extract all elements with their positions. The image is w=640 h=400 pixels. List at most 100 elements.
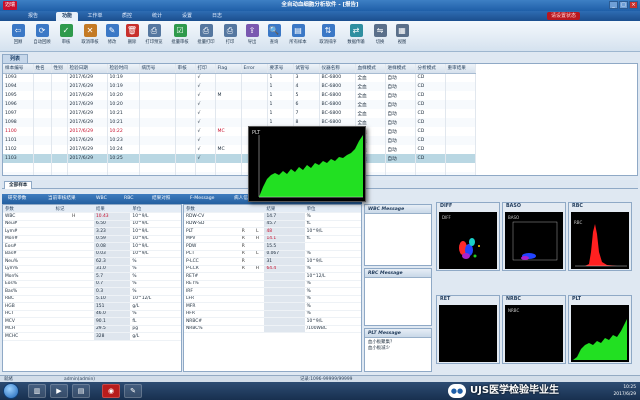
result-row[interactable]: LFR%	[184, 295, 361, 303]
result-row[interactable]: MFR%	[184, 302, 361, 311]
start-button[interactable]	[3, 383, 19, 399]
menu-tab-log[interactable]: 日志	[206, 12, 228, 21]
sample-row[interactable]: 11012017/6/2910:23√11BC-6800全血自动CD	[3, 136, 476, 145]
tab-list[interactable]: 列表	[2, 54, 28, 63]
column-header[interactable]: 病历号	[139, 64, 176, 74]
sample-row[interactable]: 11002017/6/2910:22√MC110BC-6800全血自动CD	[3, 127, 476, 136]
toolbar-all-samples-button[interactable]: ▤ 所有样本	[286, 24, 310, 50]
result-row[interactable]: P-LCR R H 64.4%	[184, 265, 361, 273]
explorer-icon[interactable]: ▥	[28, 384, 46, 398]
menu-tab-function[interactable]: 功能	[56, 12, 78, 21]
toolbar-batch-print-button[interactable]: ⎙ 批量打印	[194, 24, 218, 50]
alarm-status[interactable]: 请设置状态	[546, 12, 580, 20]
result-row[interactable]: IRF%	[184, 287, 361, 296]
result-row[interactable]: HFR%	[184, 310, 361, 318]
result-row[interactable]: RET# 10^12/L	[184, 272, 361, 281]
result-row[interactable]: RDW-CV 14.7%	[184, 212, 361, 221]
column-header[interactable]: 试管号	[293, 64, 320, 74]
sample-row[interactable]: 1093 2017/6/29 10:19 √ 1 3 BC-6800 全血 自动 CD	[3, 73, 476, 82]
column-header[interactable]: 检验时间	[107, 64, 140, 74]
column-header[interactable]: 分析模式	[415, 64, 446, 74]
result-row[interactable]: RET%%	[184, 280, 361, 288]
column-header[interactable]: 样本编号	[3, 64, 34, 74]
toolbar-query-button[interactable]: 🔍 查询	[262, 24, 286, 50]
header-rbc[interactable]: RBC	[124, 194, 133, 204]
toolbar-switch-button[interactable]: ⇋ 切换	[368, 24, 392, 50]
toolbar-verify-button[interactable]: ✓ 审核	[54, 24, 78, 50]
result-row[interactable]: NRBC% /100WBC	[184, 325, 361, 333]
column-header[interactable]: 审核	[175, 64, 196, 74]
header-compare[interactable]: 结果对照	[152, 194, 170, 204]
sample-row[interactable]: 11022017/6/2910:24√MC12BC-6800全血自动CD	[3, 145, 476, 154]
sample-row[interactable]: 1098 2017/6/29 10:21 √ 1 8 BC-6800 全血 自动 CD	[3, 118, 476, 127]
result-row[interactable]: Mon% 5.7%	[3, 272, 181, 281]
result-row[interactable]: MCHC 328 g/L	[3, 332, 181, 341]
result-row[interactable]: Lym# 3.23 10^9/L	[3, 227, 181, 236]
result-row[interactable]: Neu% 62.3%	[3, 257, 181, 266]
toolbar-auto-review-button[interactable]: ⟳ 自动回顾	[30, 24, 54, 50]
column-header[interactable]: 重审结果	[445, 64, 476, 74]
diff-scattergram[interactable]: DIFF DIFF	[436, 202, 500, 271]
toolbar-transfer-button[interactable]: ⇄ 数据传输	[344, 24, 368, 50]
header-wbc[interactable]: WBC	[96, 194, 107, 204]
column-header[interactable]: Error	[241, 64, 268, 74]
result-row[interactable]: MCH 29.5 pg	[3, 325, 181, 333]
toolbar-unsort-button[interactable]: ⇅ 取消排序	[316, 24, 340, 50]
column-header[interactable]: 血样模式	[355, 64, 386, 74]
result-row[interactable]: Bas# 0.03 10^9/L	[3, 250, 181, 258]
column-header[interactable]: 姓名	[33, 64, 52, 74]
toolbar-export-button[interactable]: ⇪ 导出	[240, 24, 264, 50]
toolbar-batch-verify-button[interactable]: ☑ 批量审核	[168, 24, 192, 50]
column-header[interactable]: 检验日期	[67, 64, 108, 74]
plt-popup-histogram[interactable]: PLT	[248, 126, 366, 202]
result-row[interactable]: MCV 90.1 fL	[3, 317, 181, 326]
menu-tab-stats[interactable]: 统计	[146, 12, 168, 21]
sample-row[interactable]: 1096 2017/6/29 10:20 √ 1 6 BC-6800 全血 自动 CD	[3, 100, 476, 109]
sample-row[interactable]: 1095 2017/6/29 10:20 √ M 1 5 BC-6800 全血 自动 CD	[3, 91, 476, 100]
result-row[interactable]: MPV R H 14.1 fL	[184, 235, 361, 243]
rbc-histogram[interactable]: RBC RBC	[568, 202, 632, 271]
close-button[interactable]: ×	[629, 1, 638, 9]
result-row[interactable]: PDW R 15.5	[184, 242, 361, 251]
column-header[interactable]: 进样模式	[385, 64, 416, 74]
toolbar-back-button[interactable]: ⇦ 回顾	[6, 24, 30, 50]
nrbc-scattergram[interactable]: NRBC NRBC	[502, 295, 566, 364]
result-row[interactable]: RBC 5.10 10^12/L	[3, 295, 181, 303]
maximize-button[interactable]: □	[619, 1, 628, 9]
toolbar-unverify-button[interactable]: ✕ 取消审核	[78, 24, 102, 50]
header-current-results[interactable]: 当前审核结果	[48, 194, 76, 204]
menu-tab-worklist[interactable]: 工作单	[84, 12, 106, 21]
result-row[interactable]: P-LCC R 31 10^9/L	[184, 257, 361, 266]
tab-all-samples[interactable]: 全部样本	[4, 181, 33, 189]
result-row[interactable]: Eos# 0.08 10^9/L	[3, 242, 181, 251]
column-header[interactable]: 要求号	[267, 64, 294, 74]
sample-row[interactable]: 1094 2017/6/29 10:19 √ 1 4 BC-6800 全血 自动 CD	[3, 82, 476, 91]
media-icon[interactable]: ▶	[50, 384, 68, 398]
baso-scattergram[interactable]: BASO BASO	[502, 202, 566, 271]
column-header[interactable]: 性别	[51, 64, 68, 74]
result-row[interactable]: RDW-SD 45.7 fL	[184, 220, 361, 228]
result-row[interactable]: HGB 151 g/L	[3, 302, 181, 311]
column-header[interactable]: 仪器名称	[319, 64, 356, 74]
folder-icon[interactable]: ▤	[72, 384, 90, 398]
ret-scattergram[interactable]: RET	[436, 295, 500, 364]
result-row[interactable]: Lym% 31.0%	[3, 265, 181, 273]
tool-icon[interactable]: ✎	[124, 384, 142, 398]
result-row[interactable]: HCT 46.0%	[3, 310, 181, 318]
column-header[interactable]: 打印	[195, 64, 216, 74]
result-row[interactable]: Neu# 6.50 10^9/L	[3, 220, 181, 228]
result-row[interactable]: Eos% 0.7%	[3, 280, 181, 288]
menu-tab-qc[interactable]: 质控	[116, 12, 138, 21]
header-research-params[interactable]: 研究参数	[8, 194, 26, 204]
result-row[interactable]: NRBC# 10^9/L	[184, 317, 361, 326]
header-f-message[interactable]: F-Message	[190, 194, 214, 204]
result-row[interactable]: WBC H 10.43 10^9/L	[3, 212, 181, 221]
sample-row[interactable]: 1097 2017/6/29 10:21 √ 1 7 BC-6800 全血 自动 CD	[3, 109, 476, 118]
column-header[interactable]: Flag	[215, 64, 242, 74]
plt-histogram[interactable]: PLT	[568, 295, 632, 364]
menu-tab-settings[interactable]: 设置	[176, 12, 198, 21]
toolbar-view-button[interactable]: ▦ 视图	[390, 24, 414, 50]
menu-tab-report[interactable]: 报告	[22, 12, 44, 21]
result-row[interactable]: PLT R L 48 10^9/L	[184, 227, 361, 236]
toolbar-delete-button[interactable]: 🗑 删除	[120, 24, 144, 50]
